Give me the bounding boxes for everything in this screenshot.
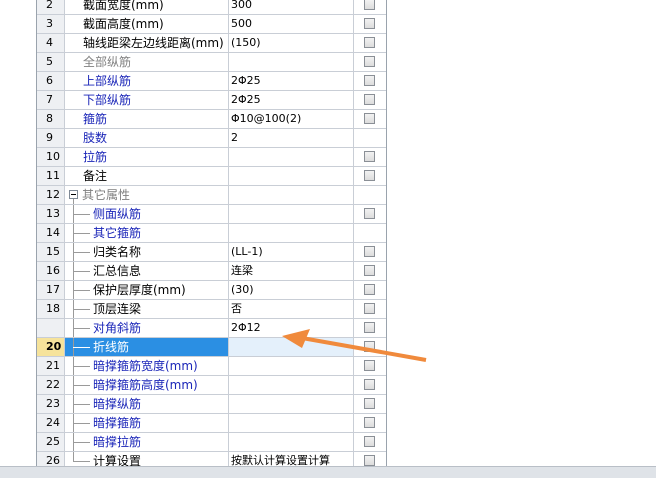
arrow-shaft xyxy=(301,336,427,362)
status-bar xyxy=(0,466,656,478)
annotation-arrow xyxy=(282,329,427,362)
